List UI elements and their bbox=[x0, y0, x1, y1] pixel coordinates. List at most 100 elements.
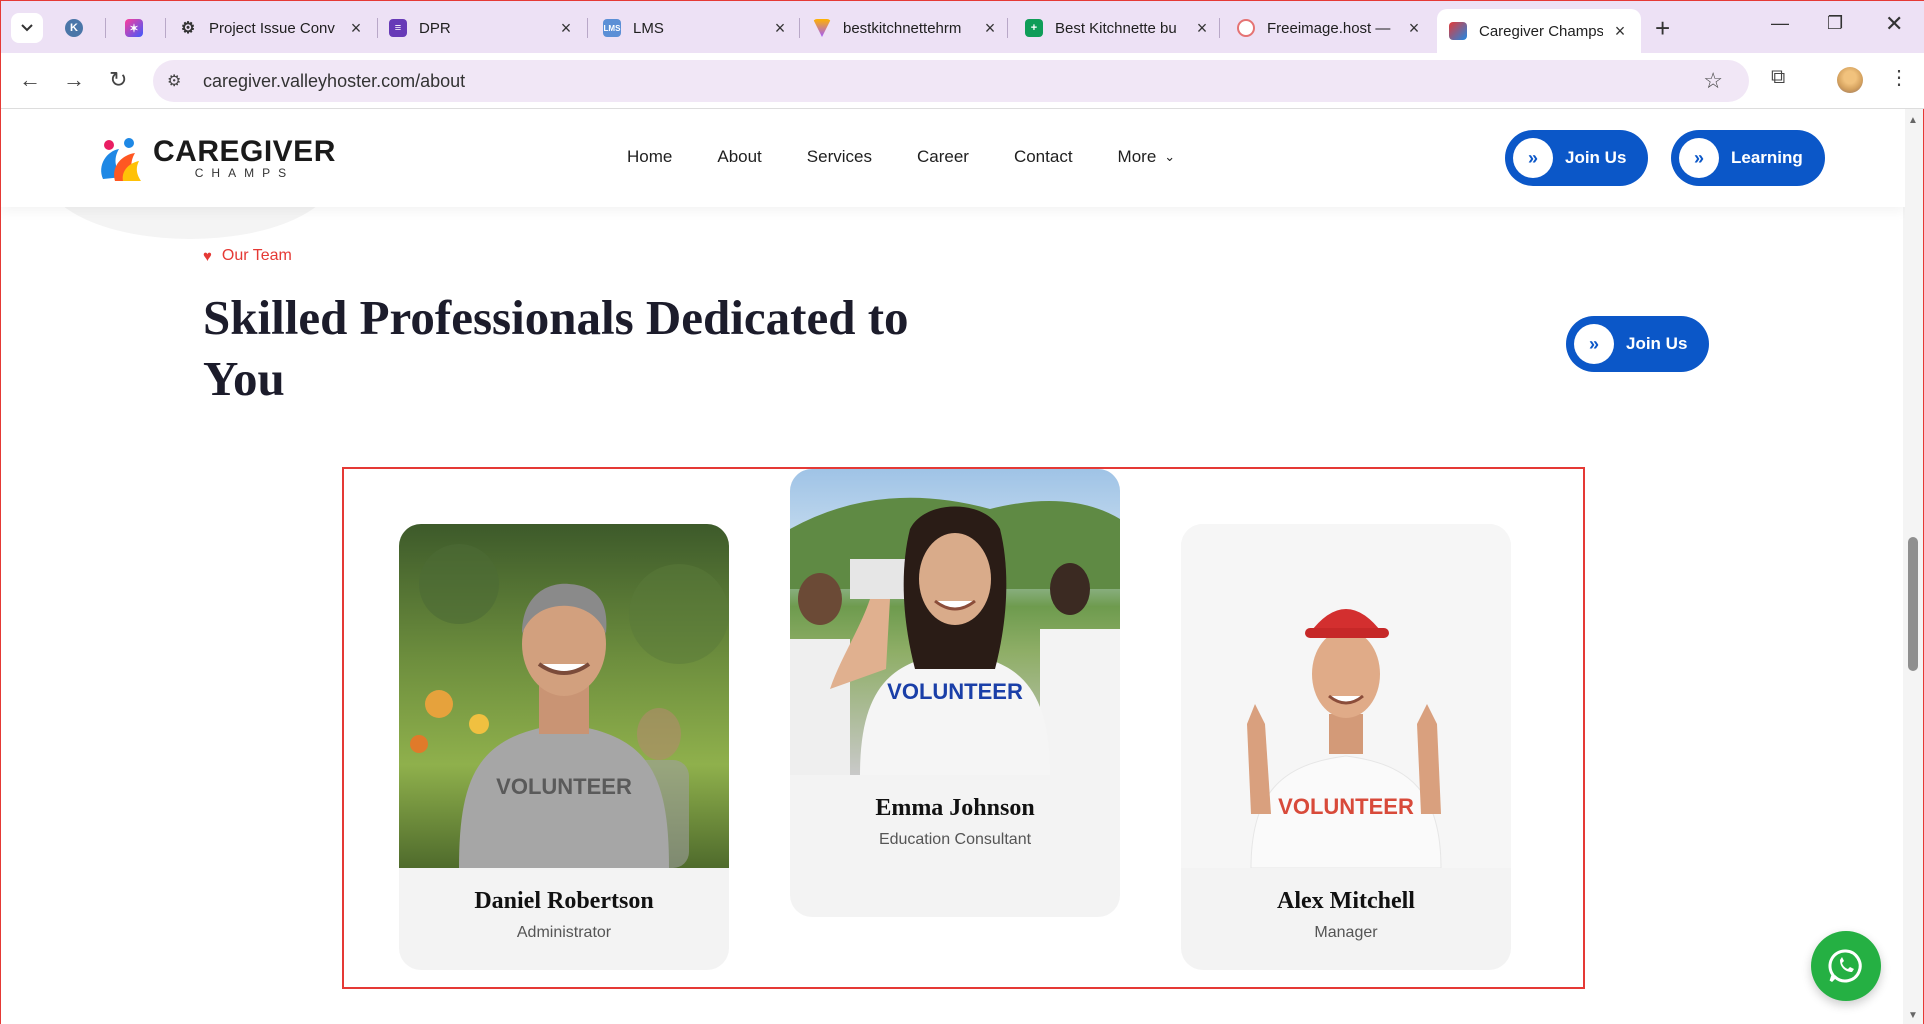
member-role: Administrator bbox=[516, 924, 612, 941]
tab-title: DPR bbox=[419, 19, 451, 37]
shirt-print-text: VOLUNTEER bbox=[496, 774, 632, 799]
back-button[interactable]: ← bbox=[19, 67, 41, 93]
whatsapp-icon bbox=[1828, 949, 1862, 983]
scrollbar-thumb[interactable] bbox=[1908, 537, 1918, 671]
tab-search-button[interactable] bbox=[11, 13, 43, 43]
site-logo[interactable]: CAREGIVER CHAMPS bbox=[93, 131, 336, 187]
shirt-print-text: VOLUNTEER bbox=[1278, 794, 1414, 819]
scroll-up-arrow-icon[interactable]: ▲ bbox=[1908, 115, 1918, 126]
site-info-icon[interactable]: ⚙ bbox=[167, 71, 189, 91]
nav-more-label: More bbox=[1117, 147, 1157, 166]
tab-title: LMS bbox=[633, 19, 664, 37]
close-icon[interactable]: × bbox=[981, 18, 999, 39]
header-join-button[interactable]: » Join Us bbox=[1505, 130, 1649, 186]
tab-lms[interactable]: LMS LMS × bbox=[603, 9, 789, 47]
openai-icon: ⚙ bbox=[180, 20, 196, 37]
member-name: Alex Mitchell bbox=[1277, 888, 1415, 914]
person-image: VOLUNTEER bbox=[790, 497, 1120, 775]
tab-title: Freeimage.host — bbox=[1267, 19, 1391, 37]
nav-more[interactable]: More ⌄ bbox=[1118, 147, 1176, 167]
restore-button[interactable]: ❐ bbox=[1827, 13, 1843, 34]
shirt-print-text: VOLUNTEER bbox=[887, 679, 1023, 704]
profile-avatar[interactable] bbox=[1837, 67, 1863, 93]
logo-subtitle: CHAMPS bbox=[194, 166, 295, 180]
tab-vk[interactable]: K bbox=[65, 9, 91, 47]
double-chevron-right-icon: » bbox=[1513, 138, 1553, 178]
scroll-down-arrow-icon[interactable]: ▼ bbox=[1908, 1010, 1918, 1021]
sheets-icon: + bbox=[1025, 19, 1043, 37]
browser-menu-icon[interactable]: ⋮ bbox=[1889, 65, 1909, 90]
double-chevron-right-icon: » bbox=[1679, 138, 1719, 178]
nav-about[interactable]: About bbox=[717, 147, 761, 167]
section-eyebrow: ♥ Our Team bbox=[203, 247, 292, 265]
close-icon[interactable]: × bbox=[1193, 18, 1211, 39]
whatsapp-button[interactable] bbox=[1811, 931, 1881, 1001]
logo-title: CAREGIVER bbox=[153, 135, 336, 168]
person-image: VOLUNTEER bbox=[1247, 609, 1442, 868]
site-header: CAREGIVER CHAMPS Home About Services Car… bbox=[1, 109, 1905, 207]
caregiver-icon bbox=[1449, 22, 1467, 40]
close-window-button[interactable]: ✕ bbox=[1885, 11, 1903, 37]
page-viewport: CAREGIVER CHAMPS Home About Services Car… bbox=[1, 109, 1905, 1024]
close-icon[interactable]: × bbox=[1611, 21, 1629, 42]
toolbar: ← → ↻ ⚙ caregiver.valleyhoster.com/about… bbox=[1, 53, 1924, 109]
team-photo: VOLUNTEER bbox=[790, 469, 1120, 775]
person-image: VOLUNTEER bbox=[410, 544, 729, 868]
close-icon[interactable]: × bbox=[1405, 18, 1423, 39]
reload-button[interactable]: ↻ bbox=[109, 67, 127, 93]
close-icon[interactable]: × bbox=[771, 18, 789, 39]
tab-bestkitchnettehrm[interactable]: bestkitchnettehrm × bbox=[813, 9, 999, 47]
learning-label: Learning bbox=[1731, 148, 1803, 167]
tab-strip: K ✶ ⚙ Project Issue Conv × ≡ DPR × LMS L… bbox=[1, 1, 1924, 53]
nav-services[interactable]: Services bbox=[807, 147, 872, 167]
team-card[interactable]: VOLUNTEER Emma Johnson Education Consult… bbox=[790, 469, 1120, 917]
close-icon[interactable]: × bbox=[347, 18, 365, 39]
nav-career[interactable]: Career bbox=[917, 147, 969, 167]
chevron-down-icon: ⌄ bbox=[1164, 149, 1176, 164]
member-name: Daniel Robertson bbox=[474, 888, 654, 914]
chevron-down-icon bbox=[21, 24, 33, 32]
member-role: Manager bbox=[1314, 924, 1378, 941]
section-heading: Skilled Professionals Dedicated to You bbox=[203, 290, 909, 406]
url-text[interactable]: caregiver.valleyhoster.com/about bbox=[203, 71, 465, 92]
address-bar[interactable]: ⚙ caregiver.valleyhoster.com/about ☆ bbox=[153, 60, 1749, 102]
forward-button[interactable]: → bbox=[63, 67, 85, 93]
nav-home[interactable]: Home bbox=[627, 147, 672, 167]
sparkle-icon: ✶ bbox=[125, 19, 143, 37]
section-join-button[interactable]: » Join Us bbox=[1566, 316, 1710, 372]
tab-best-kitchnette[interactable]: + Best Kitchnette bu × bbox=[1025, 9, 1211, 47]
tab-title: Project Issue Conv bbox=[209, 19, 335, 37]
tab-caregiver-champs[interactable]: Caregiver Champs × bbox=[1437, 9, 1641, 53]
join-label: Join Us bbox=[1565, 148, 1627, 167]
new-tab-button[interactable]: + bbox=[1655, 13, 1670, 44]
team-card[interactable]: VOLUNTEER Alex Mitchell Manager bbox=[1181, 524, 1511, 970]
double-chevron-right-icon: » bbox=[1574, 324, 1614, 364]
tab-dpr[interactable]: ≡ DPR × bbox=[389, 9, 575, 47]
member-name: Emma Johnson bbox=[875, 795, 1035, 821]
page-scrollbar[interactable]: ▲ ▼ bbox=[1903, 109, 1923, 1024]
forms-icon: ≡ bbox=[389, 19, 407, 37]
extensions-icon[interactable]: ⧉ bbox=[1771, 66, 1785, 89]
caregiver-logo-icon bbox=[101, 138, 141, 181]
join-label: Join Us bbox=[1626, 334, 1688, 353]
header-learning-button[interactable]: » Learning bbox=[1671, 130, 1825, 186]
member-role: Education Consultant bbox=[878, 831, 1032, 848]
vk-icon: K bbox=[65, 19, 83, 37]
triangle-icon bbox=[813, 19, 831, 37]
tab-freeimage[interactable]: Freeimage.host — × bbox=[1237, 9, 1423, 47]
tab-title: bestkitchnettehrm bbox=[843, 19, 962, 37]
minimize-button[interactable]: — bbox=[1771, 13, 1789, 34]
close-icon[interactable]: × bbox=[557, 18, 575, 39]
freeimage-icon bbox=[1237, 19, 1255, 37]
tab-project-issue[interactable]: ⚙ Project Issue Conv × bbox=[179, 9, 365, 47]
heart-icon: ♥ bbox=[203, 247, 212, 265]
nav-contact[interactable]: Contact bbox=[1014, 147, 1073, 167]
team-card[interactable]: VOLUNTEER Daniel Robertson Administrator bbox=[399, 524, 729, 970]
team-grid: VOLUNTEER Daniel Robertson Administrator bbox=[342, 467, 1585, 989]
team-photo: VOLUNTEER bbox=[1181, 524, 1511, 868]
team-photo: VOLUNTEER bbox=[399, 524, 729, 868]
eyebrow-text: Our Team bbox=[221, 247, 292, 264]
tab-sparkle[interactable]: ✶ bbox=[125, 9, 151, 47]
main-nav: Home About Services Career Contact More ⌄ bbox=[627, 147, 1220, 167]
bookmark-star-icon[interactable]: ☆ bbox=[1703, 68, 1723, 94]
